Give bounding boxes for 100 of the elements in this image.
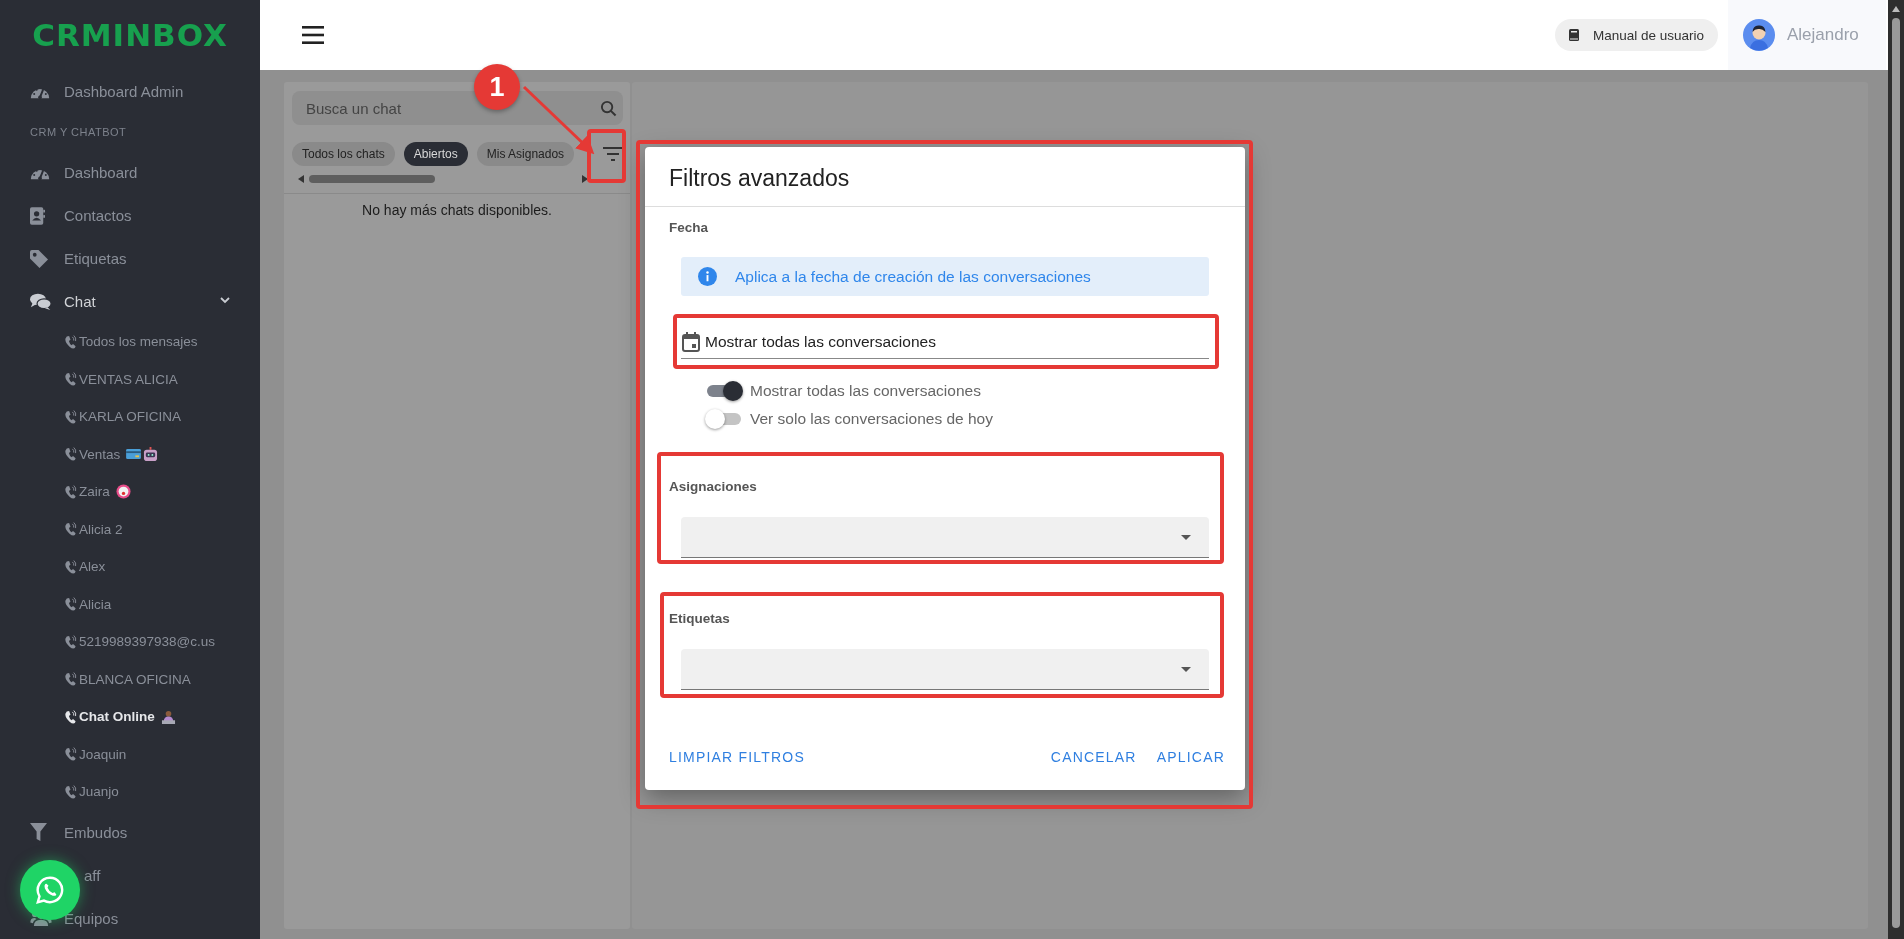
phone-icon <box>64 597 77 612</box>
nav-label: Etiquetas <box>64 250 128 267</box>
sidebar-subitem[interactable]: 5219989397938@c.us <box>0 623 260 661</box>
nav-label: 5219989397938@c.us <box>79 634 216 650</box>
sidebar-item[interactable]: Chat <box>0 280 260 323</box>
sidebar-item[interactable]: Dashboard Admin <box>0 70 260 113</box>
phone-icon <box>64 559 77 574</box>
nav-label: Ventas <box>79 446 121 462</box>
nav-label: Contactos <box>64 207 133 224</box>
avatar-icon <box>1743 19 1775 51</box>
phone-icon <box>64 447 77 462</box>
toggle-switch[interactable] <box>705 408 743 430</box>
phone-icon <box>64 747 77 762</box>
cancel-button[interactable]: CANCELAR <box>1040 743 1147 771</box>
sidebar-subitem[interactable]: VENTAS ALICIA <box>0 360 260 398</box>
sidebar-subitem[interactable]: Zaira <box>0 473 260 511</box>
filter-chip[interactable]: Todos los chats <box>292 142 395 166</box>
menu-icon[interactable] <box>302 26 324 44</box>
scroll-left-icon[interactable] <box>298 175 304 183</box>
robot-icon <box>143 447 159 462</box>
contact-book-icon <box>30 206 45 225</box>
empty-message: No hay más chats disponibles. <box>284 193 630 218</box>
highlight-frame <box>587 129 626 183</box>
scroll-up-icon[interactable] <box>1892 6 1900 12</box>
tags-select[interactable] <box>681 649 1209 690</box>
nav-label: Embudos <box>64 823 129 841</box>
sidebar-item[interactable]: Etiquetas <box>0 237 260 280</box>
scroll-right-icon[interactable] <box>582 175 588 183</box>
sidebar-subitem[interactable]: KARLA OFICINA <box>0 398 260 436</box>
sidebar-item[interactable]: Embudos <box>0 810 260 854</box>
phone-bubble-icon <box>35 875 65 905</box>
phone-icon <box>64 484 77 499</box>
horizontal-scrollbar[interactable] <box>298 173 588 185</box>
nav-label: Alicia <box>79 596 112 612</box>
user-name: Alejandro <box>1787 25 1859 45</box>
switch-label: Ver solo las conversaciones de hoy <box>750 410 993 428</box>
search-icon[interactable] <box>600 100 617 117</box>
info-text: Aplica a la fecha de creación de las conversaciones <box>735 267 1091 286</box>
phone-icon <box>64 409 77 424</box>
vertical-scrollbar[interactable] <box>1888 0 1904 939</box>
nav-label: Chat Online <box>79 709 155 725</box>
switch-label: Mostrar todas las conversaciones <box>750 382 981 400</box>
nav-label: Chat <box>64 293 97 310</box>
dialog-title: Filtros avanzados <box>645 147 1245 207</box>
caret-icon <box>1181 666 1191 672</box>
chat-bubbles-icon <box>30 292 52 311</box>
nav-label: aff <box>84 866 102 884</box>
caret-icon <box>1181 534 1191 540</box>
phone-icon <box>64 784 77 799</box>
section-label: Etiquetas <box>669 611 731 626</box>
nav-label: Juanjo <box>79 784 119 800</box>
nav-label: Zaira <box>79 484 110 500</box>
sidebar-subitem[interactable]: Todos los mensajes <box>0 323 260 361</box>
nav-label: Todos los mensajes <box>79 334 198 350</box>
section-heading: CRM Y CHATBOT <box>29 125 128 140</box>
filter-chip[interactable]: Abiertos <box>403 142 468 166</box>
logo: CRMINBOX <box>32 17 228 53</box>
sidebar-item[interactable]: Dashboard <box>0 151 260 194</box>
card-icon <box>126 448 142 461</box>
tag-icon <box>30 249 48 268</box>
sidebar-subitem[interactable]: BLANCA OFICINA <box>0 660 260 698</box>
clown-icon <box>115 484 131 500</box>
sidebar-item[interactable]: aff <box>0 853 260 897</box>
assignments-select[interactable] <box>681 517 1209 558</box>
nav-label: KARLA OFICINA <box>79 409 182 425</box>
nav-label: Alicia 2 <box>79 521 123 537</box>
sidebar-subitem[interactable]: Juanjo <box>0 773 260 811</box>
phone-icon <box>64 334 77 349</box>
sidebar-item[interactable]: Contactos <box>0 194 260 237</box>
sidebar-subitem[interactable]: Alicia <box>0 585 260 623</box>
apply-button[interactable]: APLICAR <box>1146 743 1235 771</box>
phone-icon <box>64 709 77 724</box>
calendar-icon <box>682 331 700 352</box>
sidebar-subitem[interactable]: Alex <box>0 548 260 586</box>
info-icon <box>698 267 717 286</box>
user-manual-button[interactable]: Manual de usuario <box>1554 19 1718 51</box>
book-icon <box>1568 29 1579 41</box>
sidebar-subitem[interactable]: Alicia 2 <box>0 510 260 548</box>
toggle-switch[interactable] <box>705 380 743 402</box>
sidebar-subitem[interactable]: Ventas <box>0 435 260 473</box>
funnel-icon <box>30 823 47 841</box>
phone-icon <box>64 372 77 387</box>
clear-filters-button[interactable]: LIMPIAR FILTROS <box>659 743 815 771</box>
nav-label: VENTAS ALICIA <box>79 371 178 387</box>
nav-label: BLANCA OFICINA <box>79 671 191 687</box>
section-label: Asignaciones <box>669 479 758 494</box>
phone-icon <box>64 634 77 649</box>
nav-label: Equipos <box>64 909 120 927</box>
nav-label: Dashboard Admin <box>64 83 185 100</box>
person-at-laptop-icon <box>160 709 176 724</box>
section-label: Fecha <box>669 220 710 235</box>
filter-icon[interactable] <box>603 147 623 161</box>
nav-label: Alex <box>79 559 106 575</box>
sidebar-subitem[interactable]: Chat Online <box>0 698 260 736</box>
filter-chip[interactable]: Mis Asignados <box>476 142 575 166</box>
sidebar-subitem[interactable]: Joaquin <box>0 735 260 773</box>
nav-label: Joaquin <box>79 746 127 762</box>
phone-icon <box>64 522 77 537</box>
user-menu[interactable]: Alejandro <box>1728 0 1886 70</box>
nav-label: Dashboard <box>64 164 139 181</box>
